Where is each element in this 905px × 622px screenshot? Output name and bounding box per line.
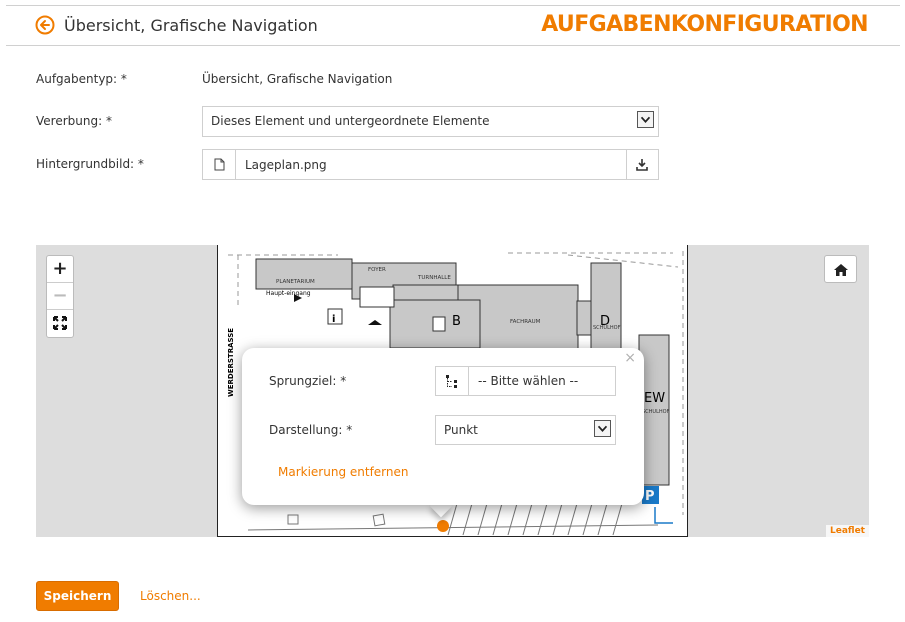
background-file-name: Lageplan.png	[245, 158, 327, 172]
field-divider	[468, 367, 469, 395]
inheritance-select-value: Dieses Element und untergeordnete Elemen…	[211, 114, 490, 128]
download-icon[interactable]	[636, 158, 648, 171]
task-type-label: Aufgabentyp: *	[36, 72, 127, 86]
target-placeholder: -- Bitte wählen --	[478, 374, 579, 388]
inheritance-select[interactable]: Dieses Element und untergeordnete Elemen…	[202, 106, 659, 137]
marker-popup: × Sprungziel: * -- Bitte wählen -- Darst…	[242, 348, 644, 505]
popup-close-button[interactable]: ×	[624, 350, 636, 366]
home-button[interactable]	[824, 255, 857, 283]
parking-label: P	[645, 489, 655, 504]
field-divider	[626, 150, 627, 179]
brand-title: AUFGABENKONFIGURATION	[541, 12, 868, 37]
back-arrow-icon[interactable]	[35, 15, 55, 35]
page-header: Übersicht, Grafische Navigation AUFGABEN…	[6, 6, 900, 46]
fit-bounds-button[interactable]	[47, 310, 73, 337]
entrance-label: Haupt-eingang	[266, 290, 311, 297]
page-title: Übersicht, Grafische Navigation	[64, 16, 318, 35]
display-select[interactable]: Punkt	[435, 415, 616, 445]
target-label: Sprungziel: *	[269, 374, 347, 388]
info-label: i	[332, 314, 335, 325]
svg-text:FACHRAUM: FACHRAUM	[510, 319, 541, 325]
svg-text:SCHULHOF: SCHULHOF	[642, 409, 670, 415]
task-type-value: Übersicht, Grafische Navigation	[202, 72, 393, 86]
building-b-label: B	[452, 314, 461, 329]
background-file-field[interactable]: Lageplan.png	[202, 149, 659, 180]
svg-text:TURNHALLE: TURNHALLE	[417, 275, 451, 281]
svg-text:FOYER: FOYER	[368, 267, 386, 273]
inheritance-label: Vererbung: *	[36, 114, 112, 128]
tree-icon	[446, 375, 457, 388]
building-d-label: D	[600, 314, 610, 329]
building-ew-label: EW	[644, 391, 665, 406]
zoom-out-button[interactable]: −	[47, 283, 73, 310]
display-select-value: Punkt	[444, 423, 478, 437]
field-divider	[235, 150, 236, 179]
save-button[interactable]: Speichern	[36, 581, 119, 611]
svg-text:PLANETARIUM: PLANETARIUM	[276, 279, 315, 285]
zoom-in-button[interactable]: +	[47, 256, 73, 283]
delete-link[interactable]: Löschen...	[140, 589, 201, 603]
zoom-control: + −	[46, 255, 74, 338]
street-label: WERDERSTRASSE	[227, 328, 235, 397]
home-icon	[834, 264, 848, 276]
leaflet-attribution-link[interactable]: Leaflet	[826, 525, 869, 537]
map-marker[interactable]	[437, 520, 449, 532]
chevron-down-icon[interactable]	[594, 420, 611, 437]
file-icon	[214, 158, 225, 171]
chevron-down-icon[interactable]	[637, 111, 654, 128]
fullscreen-icon	[53, 316, 67, 330]
background-label: Hintergrundbild: *	[36, 157, 144, 171]
display-label: Darstellung: *	[269, 423, 353, 437]
target-tree-select[interactable]: -- Bitte wählen --	[435, 366, 616, 396]
remove-marker-link[interactable]: Markierung entfernen	[278, 465, 409, 479]
